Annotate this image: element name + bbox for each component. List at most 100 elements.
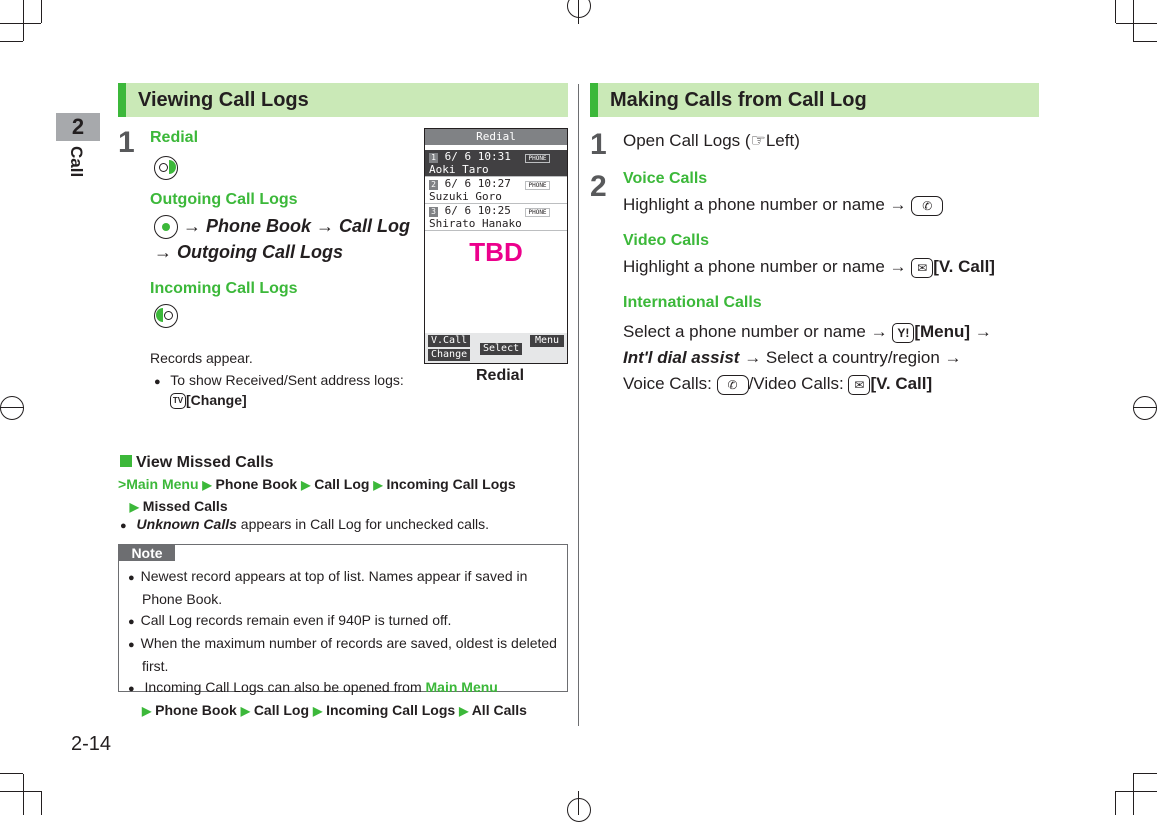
international-calls-instruction: Select a phone number or name → Y! [Menu]…	[623, 322, 992, 395]
key-label: [V. Call]	[933, 257, 995, 276]
path-item: Incoming Call Logs	[326, 702, 456, 718]
softkey-menu[interactable]: Menu	[530, 335, 564, 347]
bullet-text: To show Received/Sent address logs:	[170, 372, 404, 388]
note-list: Newest record appears at top of list. Na…	[128, 566, 564, 722]
softkey-change[interactable]: Change	[428, 349, 471, 361]
step-number: 2	[590, 170, 607, 203]
key-label: [V. Call]	[870, 374, 933, 393]
softkey-select[interactable]: Select	[480, 343, 523, 355]
international-calls-label: International Calls	[623, 294, 762, 311]
call-key-icon: ✆	[716, 374, 749, 395]
note-tag: Note	[119, 545, 175, 561]
voice-calls-instruction: Highlight a phone number or name → ✆	[623, 195, 944, 216]
crop-mark	[1133, 0, 1134, 41]
chapter-label: Call	[67, 146, 86, 178]
registration-mark	[0, 396, 24, 420]
nav-key-center-icon	[154, 215, 178, 240]
screen-caption: Redial	[476, 367, 525, 384]
menu-item-term: Int'l dial assist	[623, 348, 740, 367]
crop-mark	[23, 0, 24, 41]
path-item: Phone Book	[155, 702, 237, 718]
mail-key-icon: ✉	[911, 257, 934, 278]
path-item: Call Log	[253, 702, 310, 718]
section-header-making-calls: Making Calls from Call Log	[590, 83, 1039, 117]
call-key-icon: ✆	[911, 195, 944, 216]
pointing-hand-icon: ☞	[750, 131, 766, 150]
crop-mark	[0, 407, 24, 408]
mail-key-icon: ✉	[848, 374, 871, 395]
note-text: Incoming Call Logs can also be opened fr…	[144, 679, 426, 695]
chapter-number-tab: 2	[56, 113, 100, 141]
record-tag: PHONE	[525, 208, 550, 217]
note-item: When the maximum number of records are s…	[128, 633, 564, 677]
yahoo-key-icon: Y!	[892, 322, 915, 343]
note-text: Newest record appears at top of list. Na…	[140, 568, 528, 607]
records-appear-text: Records appear.	[150, 350, 253, 366]
call-record-row[interactable]: 3 6/ 6 10:25 PHONE Shirato Hanako	[425, 204, 567, 231]
crop-mark	[1133, 774, 1134, 815]
crop-mark	[1115, 0, 1116, 23]
phone-screen-redial: Redial 1 6/ 6 10:31 PHONE Aoki Taro 2 6/…	[424, 128, 568, 364]
section-title: Making Calls from Call Log	[610, 89, 867, 111]
record-tag: PHONE	[525, 181, 550, 190]
missed-calls-path: >Main Menu ▶ Phone Book ▶ Call Log ▶ Inc…	[118, 476, 516, 514]
path-item: Call Log	[339, 216, 411, 236]
crop-mark	[0, 773, 23, 774]
crop-mark	[1133, 41, 1157, 42]
registration-mark	[1133, 396, 1157, 420]
call-record-row[interactable]: 1 6/ 6 10:31 PHONE Aoki Taro	[425, 150, 567, 177]
path-start-arrow: >	[118, 476, 127, 492]
change-bullet: To show Received/Sent address logs:	[154, 372, 404, 388]
nav-key-right-icon	[154, 156, 178, 180]
incoming-label: Incoming Call Logs	[150, 280, 298, 297]
note-item: Incoming Call Logs can also be opened fr…	[128, 677, 564, 722]
video-calls-label: Video Calls	[623, 232, 709, 249]
registration-mark	[567, 0, 591, 18]
crop-mark	[41, 791, 42, 815]
screen-title: Redial	[425, 129, 567, 145]
record-datetime: 6/ 6 10:31	[444, 150, 511, 163]
video-calls-instruction: Highlight a phone number or name → ✉ [V. …	[623, 257, 995, 278]
missed-calls-title: View Missed Calls	[136, 454, 274, 471]
record-index: 2	[429, 180, 438, 190]
nav-key-left-icon	[154, 304, 178, 328]
softkey-bar: V.Call Change Select Menu	[425, 333, 567, 363]
path-item: Missed Calls	[142, 498, 228, 514]
crop-mark	[578, 791, 579, 815]
redial-label: Redial	[150, 129, 199, 146]
section-title: Viewing Call Logs	[138, 89, 309, 111]
call-record-row[interactable]: 2 6/ 6 10:27 PHONE Suzuki Goro	[425, 177, 567, 204]
crop-mark	[1133, 773, 1157, 774]
outgoing-path: → Phone Book → Call Log → Outgoing Call …	[154, 215, 411, 263]
unknown-calls-bullet: Unknown Calls appears in Call Log for un…	[120, 516, 490, 532]
section-header-viewing-call-logs: Viewing Call Logs	[118, 83, 568, 117]
registration-mark	[567, 798, 591, 822]
crop-mark	[0, 23, 41, 24]
column-divider	[578, 84, 579, 726]
record-name: Aoki Taro	[429, 163, 489, 176]
crop-mark	[41, 0, 42, 23]
path-item: Call Log	[314, 476, 370, 492]
instruction-text: /Video Calls:	[748, 374, 844, 393]
tbd-placeholder: TBD	[469, 237, 523, 267]
missed-calls-heading: View Missed Calls	[120, 454, 274, 472]
green-square-icon	[120, 455, 132, 467]
reference-text: Left	[765, 131, 795, 150]
record-datetime: 6/ 6 10:25	[444, 204, 511, 217]
path-item: Phone Book	[206, 216, 312, 236]
crop-mark	[23, 774, 24, 815]
note-item: Call Log records remain even if 940P is …	[128, 610, 564, 633]
open-call-logs-text: Open Call Logs (☞Left)	[623, 131, 800, 151]
crop-mark	[1116, 791, 1157, 792]
path-item: Phone Book	[215, 476, 298, 492]
tv-key-icon: TV	[170, 393, 186, 410]
softkey-vcall[interactable]: V.Call	[428, 335, 471, 347]
step-number: 1	[118, 126, 135, 159]
record-index: 3	[429, 207, 438, 217]
step-text: Open Call Logs (	[623, 131, 751, 150]
path-item: Incoming Call Logs	[386, 476, 516, 492]
bullet-text: appears in Call Log for unchecked calls.	[236, 516, 490, 532]
record-name: Shirato Hanako	[429, 217, 522, 230]
path-start: Main Menu	[425, 679, 498, 695]
page-number: 2-14	[71, 733, 112, 755]
